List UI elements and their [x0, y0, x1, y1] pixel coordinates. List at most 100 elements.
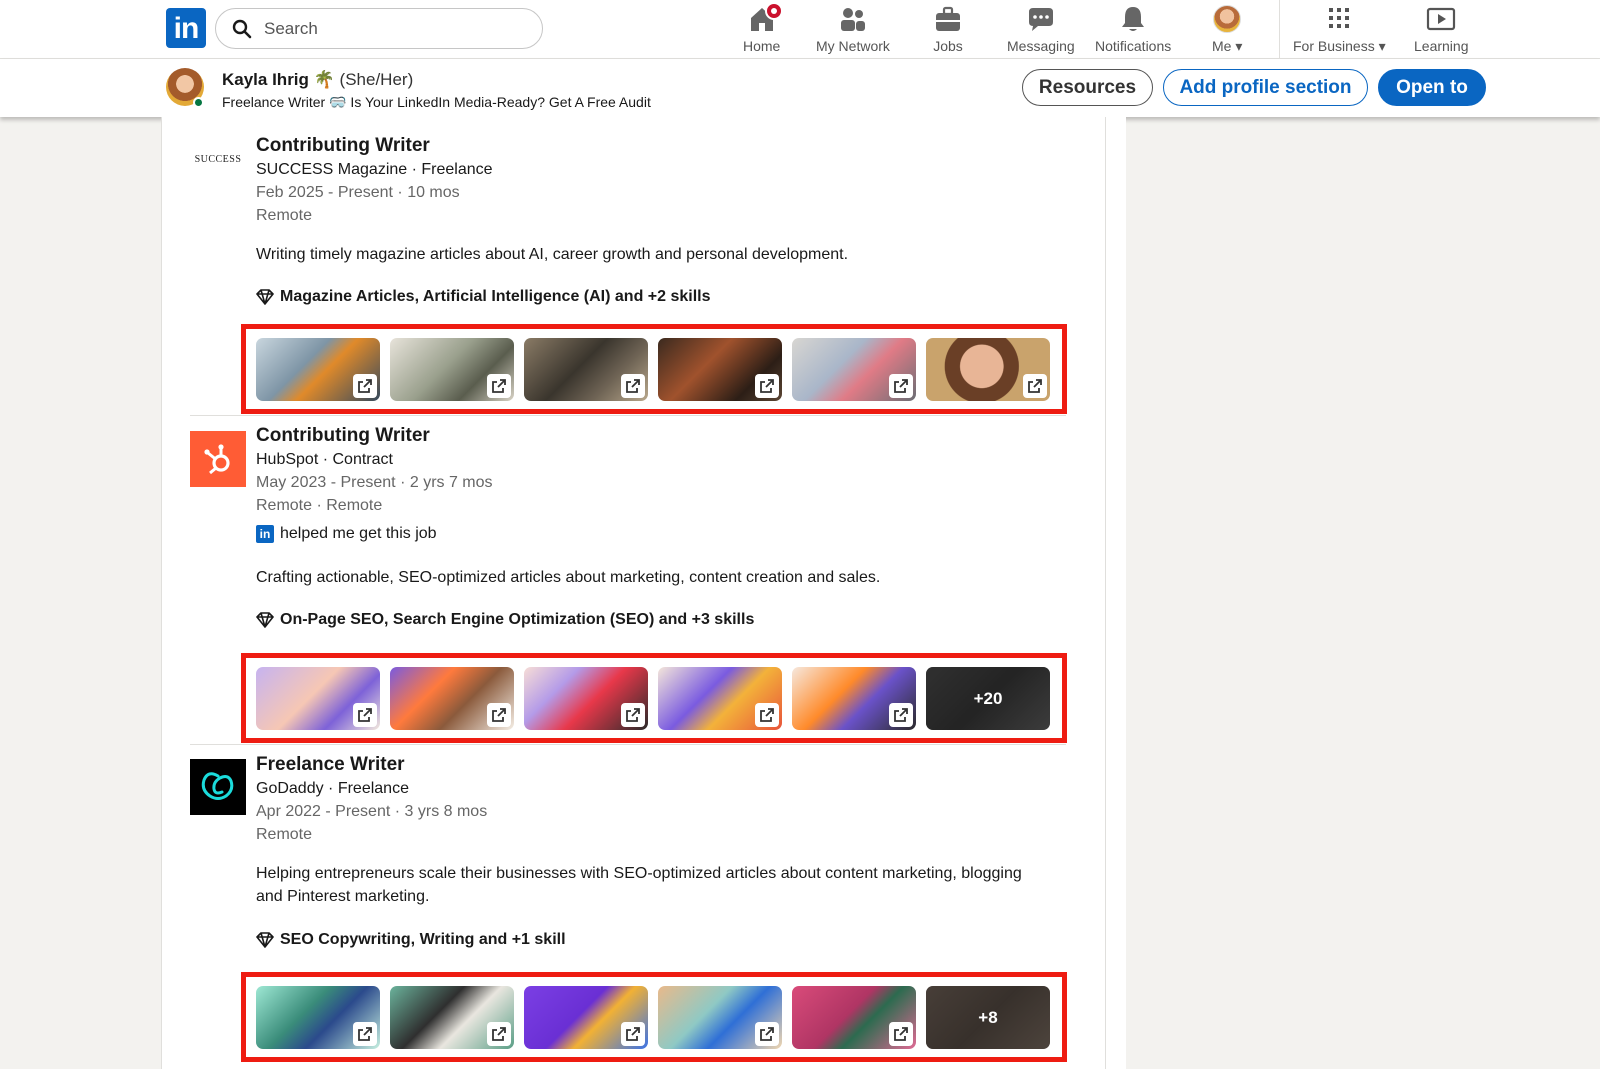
- job-title[interactable]: Contributing Writer: [256, 425, 430, 447]
- media-thumbnail[interactable]: [926, 338, 1050, 401]
- profile-pronouns: (She/Her): [339, 70, 414, 89]
- media-thumbnail[interactable]: [524, 338, 648, 401]
- diamond-icon: [256, 932, 274, 948]
- external-link-icon: [487, 1022, 511, 1046]
- nav-learning[interactable]: Learning: [1414, 4, 1469, 56]
- nav-jobs[interactable]: Jobs: [933, 4, 963, 56]
- diamond-icon: [256, 612, 274, 628]
- media-thumbnail[interactable]: [256, 986, 380, 1049]
- company-name: HubSpot · Contract: [256, 451, 393, 468]
- media-thumbnail[interactable]: [390, 667, 514, 730]
- job-title[interactable]: Contributing Writer: [256, 135, 430, 157]
- media-thumbnail[interactable]: [658, 986, 782, 1049]
- nav-label: For Business: [1293, 38, 1375, 54]
- nav-my-network[interactable]: My Network: [816, 4, 890, 56]
- media-thumbnail[interactable]: [792, 986, 916, 1049]
- job-skills[interactable]: On-Page SEO, Search Engine Optimization …: [256, 611, 754, 629]
- nav-for-business[interactable]: For Business ▾: [1293, 4, 1386, 56]
- godaddy-logo-icon: [201, 772, 234, 800]
- external-link-icon: [621, 374, 645, 398]
- nav-label: Notifications: [1095, 38, 1172, 54]
- media-thumbnail[interactable]: [524, 986, 648, 1049]
- profile-headline: Freelance Writer 🥽 Is Your LinkedIn Medi…: [222, 94, 651, 110]
- chat-icon: [1026, 4, 1056, 34]
- linkedin-helped-note: in helped me get this job: [256, 525, 437, 543]
- external-link-icon: [889, 1022, 913, 1046]
- job-description: Crafting actionable, SEO-optimized artic…: [256, 569, 881, 586]
- external-link-icon: [889, 703, 913, 727]
- external-link-icon: [621, 1022, 645, 1046]
- entry-divider: [190, 415, 1066, 416]
- nav-divider: [1279, 0, 1280, 58]
- search-input[interactable]: [264, 18, 524, 39]
- media-thumbnail[interactable]: [256, 338, 380, 401]
- media-thumbnail[interactable]: [792, 338, 916, 401]
- media-thumbnail[interactable]: [658, 667, 782, 730]
- job-dates: May 2023 - Present · 2 yrs 7 mos: [256, 474, 493, 491]
- chevron-down-icon: ▾: [1378, 38, 1386, 54]
- bell-icon: [1118, 4, 1148, 34]
- job-location: Remote: [256, 207, 313, 224]
- profile-sticky-bar: Kayla Ihrig 🌴 (She/Her) Freelance Writer…: [0, 59, 1600, 117]
- external-link-icon: [755, 1022, 779, 1046]
- skills-label: Magazine Articles, Artificial Intelligen…: [280, 288, 711, 305]
- search-icon: [232, 19, 252, 38]
- add-profile-section-button[interactable]: Add profile section: [1163, 69, 1368, 106]
- nav-notifications[interactable]: Notifications: [1095, 4, 1171, 56]
- online-status-indicator: [193, 97, 204, 108]
- nav-label: Home: [743, 38, 781, 54]
- resources-button[interactable]: Resources: [1022, 69, 1153, 106]
- hubspot-logo[interactable]: [190, 431, 246, 487]
- media-thumbnail[interactable]: [256, 667, 380, 730]
- nav-messaging[interactable]: Messaging: [1007, 4, 1075, 56]
- media-thumbnail[interactable]: [390, 338, 514, 401]
- job-title[interactable]: Freelance Writer: [256, 754, 405, 776]
- diamond-icon: [256, 289, 274, 305]
- skills-label: On-Page SEO, Search Engine Optimization …: [280, 611, 755, 628]
- chevron-down-icon: ▾: [1235, 38, 1243, 54]
- nav-me[interactable]: Me ▾: [1212, 4, 1242, 56]
- media-more-thumbnail[interactable]: +20: [926, 667, 1050, 730]
- open-to-button[interactable]: Open to: [1378, 69, 1486, 106]
- job-skills[interactable]: Magazine Articles, Artificial Intelligen…: [256, 288, 711, 306]
- job-skills[interactable]: SEO Copywriting, Writing and +1 skill: [256, 931, 566, 949]
- hubspot-sprocket-icon: [204, 444, 230, 475]
- media-highlight-box: [241, 324, 1067, 414]
- media-highlight-box: +8: [241, 972, 1067, 1062]
- external-link-icon: [889, 374, 913, 398]
- success-magazine-logo[interactable]: SUCCESS: [190, 131, 246, 187]
- media-thumbnail[interactable]: [524, 667, 648, 730]
- external-link-icon: [353, 703, 377, 727]
- search-bar[interactable]: [215, 8, 543, 49]
- grid-icon: [1324, 4, 1354, 34]
- avatar: [1213, 5, 1242, 33]
- external-link-icon: [353, 374, 377, 398]
- profile-name: Kayla Ihrig 🌴: [222, 70, 335, 89]
- network-icon: [838, 4, 868, 34]
- nav-label: My Network: [816, 38, 890, 54]
- company-name: GoDaddy · Freelance: [256, 780, 409, 797]
- job-dates: Apr 2022 - Present · 3 yrs 8 mos: [256, 803, 488, 820]
- external-link-icon: [487, 374, 511, 398]
- skills-label: SEO Copywriting, Writing and +1 skill: [280, 931, 566, 948]
- nav-label: Jobs: [933, 38, 963, 54]
- external-link-icon: [353, 1022, 377, 1046]
- media-thumbnail[interactable]: [658, 338, 782, 401]
- entry-divider: [190, 744, 1066, 745]
- media-thumbnail[interactable]: [792, 667, 916, 730]
- media-more-thumbnail[interactable]: +8: [926, 986, 1050, 1049]
- nav-home[interactable]: Home: [743, 2, 783, 56]
- godaddy-logo[interactable]: [190, 759, 246, 815]
- linkedin-icon: in: [256, 525, 274, 543]
- experience-card: SUCCESS Contributing Writer SUCCESS Maga…: [161, 117, 1106, 1069]
- company-name: SUCCESS Magazine · Freelance: [256, 161, 493, 178]
- notification-badge: [764, 2, 783, 20]
- media-thumbnail[interactable]: [390, 986, 514, 1049]
- external-link-icon: [755, 374, 779, 398]
- briefcase-icon: [933, 4, 963, 34]
- job-description: Helping entrepreneurs scale their busine…: [256, 865, 1022, 905]
- linkedin-logo[interactable]: in: [166, 8, 206, 48]
- external-link-icon: [1023, 374, 1047, 398]
- top-nav: in Home My Network Jobs Messaging Notifi…: [0, 0, 1600, 59]
- media-more-count: +20: [926, 667, 1050, 730]
